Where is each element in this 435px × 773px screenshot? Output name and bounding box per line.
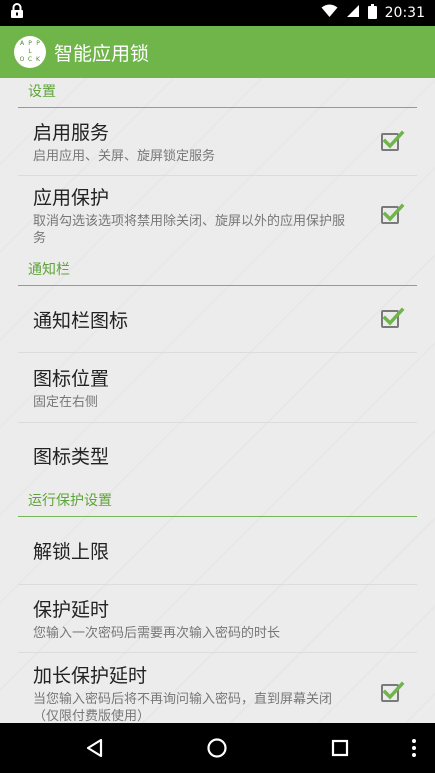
extended-protect-delay-checkbox[interactable] — [381, 681, 405, 702]
pref-title: 启用服务 — [33, 122, 110, 144]
app-protect-checkbox[interactable] — [381, 203, 405, 224]
settings-list[interactable]: 设置 启用服务 启用应用、关屏、旋屏锁定服务 应用保护 取消勾选该选项将禁用除关… — [0, 78, 435, 723]
pref-title: 应用保护 — [33, 187, 110, 209]
pref-summary: 启用应用、关屏、旋屏锁定服务 — [33, 149, 216, 164]
status-time: 20:31 — [384, 5, 425, 21]
pref-summary: 取消勾选该选项将禁用除关闭、旋屏以外的应用保护服务 — [33, 214, 346, 246]
notification-icon-checkbox[interactable] — [381, 307, 405, 328]
recents-icon[interactable] — [320, 723, 360, 773]
pref-title: 通知栏图标 — [33, 309, 129, 332]
back-icon[interactable] — [75, 723, 115, 773]
app-logo-icon: A P P L O C K — [14, 36, 46, 68]
enable-service-checkbox[interactable] — [381, 130, 405, 151]
navigation-bar — [0, 723, 435, 773]
pref-title: 解锁上限 — [33, 541, 110, 563]
section-header-settings: 设置 — [18, 78, 417, 108]
status-bar: 20:31 — [0, 0, 435, 26]
pref-icon-type[interactable]: 图标类型 — [18, 423, 417, 487]
pref-title: 图标位置 — [33, 368, 110, 390]
pref-title: 加长保护延时 — [33, 665, 148, 687]
wifi-icon — [321, 4, 338, 22]
pref-unlock-limit[interactable]: 解锁上限 — [18, 517, 417, 585]
pref-extended-protect-delay[interactable]: 加长保护延时 当您输入密码后将不再询问输入密码，直到屏幕关闭（仅限付费版使用） — [18, 653, 417, 723]
signal-icon — [346, 4, 360, 22]
lock-icon — [10, 3, 24, 23]
pref-title: 图标类型 — [33, 445, 110, 468]
app-bar: A P P L O C K 智能应用锁 — [0, 26, 435, 78]
home-icon[interactable] — [197, 723, 237, 773]
pref-enable-service[interactable]: 启用服务 启用应用、关屏、旋屏锁定服务 — [18, 108, 417, 176]
pref-summary: 固定在右侧 — [33, 395, 99, 410]
pref-summary: 当您输入密码后将不再询问输入密码，直到屏幕关闭（仅限付费版使用） — [33, 692, 333, 723]
page-title: 智能应用锁 — [54, 42, 150, 65]
overflow-menu-icon[interactable] — [400, 723, 428, 773]
battery-icon — [367, 3, 377, 23]
pref-protect-delay[interactable]: 保护延时 您输入一次密码后需要再次输入密码的时长 — [18, 585, 417, 653]
pref-app-protect[interactable]: 应用保护 取消勾选该选项将禁用除关闭、旋屏以外的应用保护服务 — [18, 176, 417, 254]
pref-notification-icon[interactable]: 通知栏图标 — [18, 286, 417, 353]
pref-title: 保护延时 — [33, 599, 110, 621]
section-header-run-protect: 运行保护设置 — [18, 487, 417, 517]
section-header-notification: 通知栏 — [18, 254, 417, 286]
pref-summary: 您输入一次密码后需要再次输入密码的时长 — [33, 626, 281, 641]
pref-icon-position[interactable]: 图标位置 固定在右侧 — [18, 353, 417, 423]
